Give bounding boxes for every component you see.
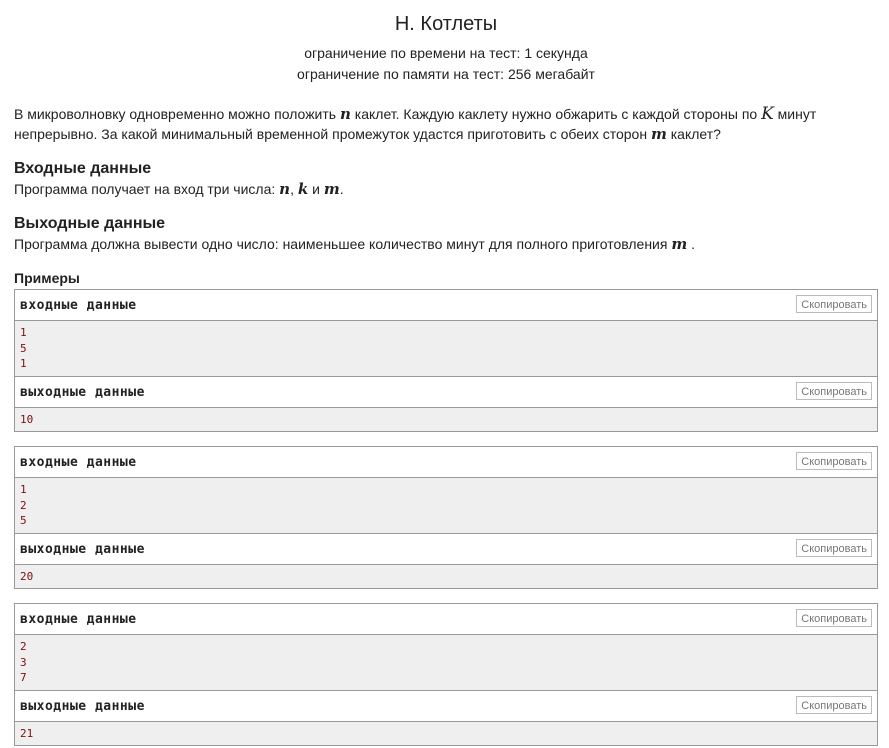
problem-title: H. Котлеты bbox=[394, 13, 498, 35]
sample-input-title: входные данные bbox=[20, 455, 137, 470]
test-line: 20 bbox=[20, 569, 34, 583]
problem-statement: H. Котлеты ограничение по времени на тес… bbox=[0, 11, 889, 746]
copy-button[interactable]: Скопировать bbox=[796, 538, 872, 557]
output-specification: Выходные данные Программа должна вывести… bbox=[14, 214, 878, 254]
copy-button[interactable]: Скопировать bbox=[796, 609, 872, 627]
memory-limit: ограничение по памяти на тест: 256 мегаб… bbox=[297, 66, 595, 82]
test-line: 2 bbox=[20, 498, 27, 512]
section-title: Выходные данные bbox=[14, 215, 166, 232]
test-line: 5 bbox=[20, 514, 27, 527]
test-line: 1 bbox=[20, 357, 27, 370]
sample-test: входные данные Скопировать 1 2 5 выходные дан… bbox=[14, 446, 878, 589]
section-title: Входные данные bbox=[14, 160, 152, 177]
test-line: 5 bbox=[20, 341, 27, 355]
legend-text: В микроволновку одновременно можно полож… bbox=[14, 106, 340, 122]
limits: ограничение по времени на тест: 1 секунд… bbox=[14, 43, 878, 85]
sample-output-title: выходные данные bbox=[20, 541, 145, 557]
sample-input-title: входные данные bbox=[20, 298, 137, 313]
copy-button[interactable]: Скопировать bbox=[796, 381, 872, 400]
legend-text: каклет. Каждую каклету нужно обжарить с … bbox=[350, 106, 762, 122]
sample-output-header: выходные данные Скопировать bbox=[15, 375, 877, 408]
examples-list: входные данные Скопировать 1 5 1 выходные дан… bbox=[14, 289, 878, 746]
sample-input: 1 5 1 bbox=[15, 321, 877, 376]
separator: , bbox=[290, 181, 298, 197]
sample-output-header: выходные данные Скопировать bbox=[15, 689, 877, 722]
sample-output: 20 bbox=[15, 565, 877, 589]
math-var-n: n bbox=[279, 180, 291, 198]
sample-test: входные данные Скопировать 2 3 7 выходные дан… bbox=[14, 603, 878, 746]
legend-text: непрерывно. За какой минимальный временн… bbox=[14, 126, 651, 142]
input-specification: Входные данные Программа получает на вхо… bbox=[14, 159, 878, 199]
sample-input-header: входные данные Скопировать bbox=[15, 604, 877, 635]
math-var-n: n bbox=[339, 105, 351, 123]
sample-input-header: входные данные Скопировать bbox=[15, 290, 877, 321]
math-var-k: k bbox=[297, 180, 309, 198]
problem-legend: В микроволновку одновременно можно полож… bbox=[14, 104, 878, 144]
sample-output-header: выходные данные Скопировать bbox=[15, 532, 877, 565]
sample-output: 21 bbox=[15, 722, 877, 746]
legend-text: каклет? bbox=[666, 126, 721, 142]
math-var-m: m bbox=[650, 125, 667, 143]
sample-input: 2 3 7 bbox=[15, 635, 877, 690]
sample-input-title: входные данные bbox=[20, 612, 137, 627]
sample-input: 1 2 5 bbox=[15, 478, 877, 533]
separator: . bbox=[687, 236, 696, 252]
test-line: 1 bbox=[20, 326, 27, 339]
test-line: 2 bbox=[20, 640, 27, 653]
test-line: 10 bbox=[20, 412, 34, 426]
legend-text: минут bbox=[773, 106, 817, 122]
separator: . bbox=[339, 181, 344, 197]
section-text-part: Программа должна вывести одно число: наи… bbox=[14, 236, 672, 252]
test-line: 21 bbox=[20, 726, 34, 740]
section-text: Программа должна вывести одно число: наи… bbox=[14, 234, 878, 254]
math-var-K: K bbox=[761, 104, 774, 124]
sample-output-title: выходные данные bbox=[20, 384, 145, 400]
examples-title: Примеры bbox=[14, 270, 80, 286]
math-var-m: m bbox=[671, 235, 688, 253]
copy-button[interactable]: Скопировать bbox=[796, 452, 872, 470]
time-limit: ограничение по времени на тест: 1 секунд… bbox=[304, 45, 588, 61]
copy-button[interactable]: Скопировать bbox=[796, 295, 872, 313]
copy-button[interactable]: Скопировать bbox=[796, 695, 872, 714]
section-text-part: Программа получает на вход три числа: bbox=[14, 181, 280, 197]
sample-test: входные данные Скопировать 1 5 1 выходные дан… bbox=[14, 289, 878, 432]
test-line: 1 bbox=[20, 483, 27, 496]
test-line: 3 bbox=[20, 655, 27, 669]
test-line: 7 bbox=[20, 671, 27, 684]
sample-output: 10 bbox=[15, 408, 877, 432]
sample-input-header: входные данные Скопировать bbox=[15, 447, 877, 478]
math-var-m: m bbox=[323, 180, 340, 198]
section-text: Программа получает на вход три числа: n,… bbox=[14, 179, 878, 199]
separator: и bbox=[308, 181, 324, 197]
sample-output-title: выходные данные bbox=[20, 698, 145, 714]
